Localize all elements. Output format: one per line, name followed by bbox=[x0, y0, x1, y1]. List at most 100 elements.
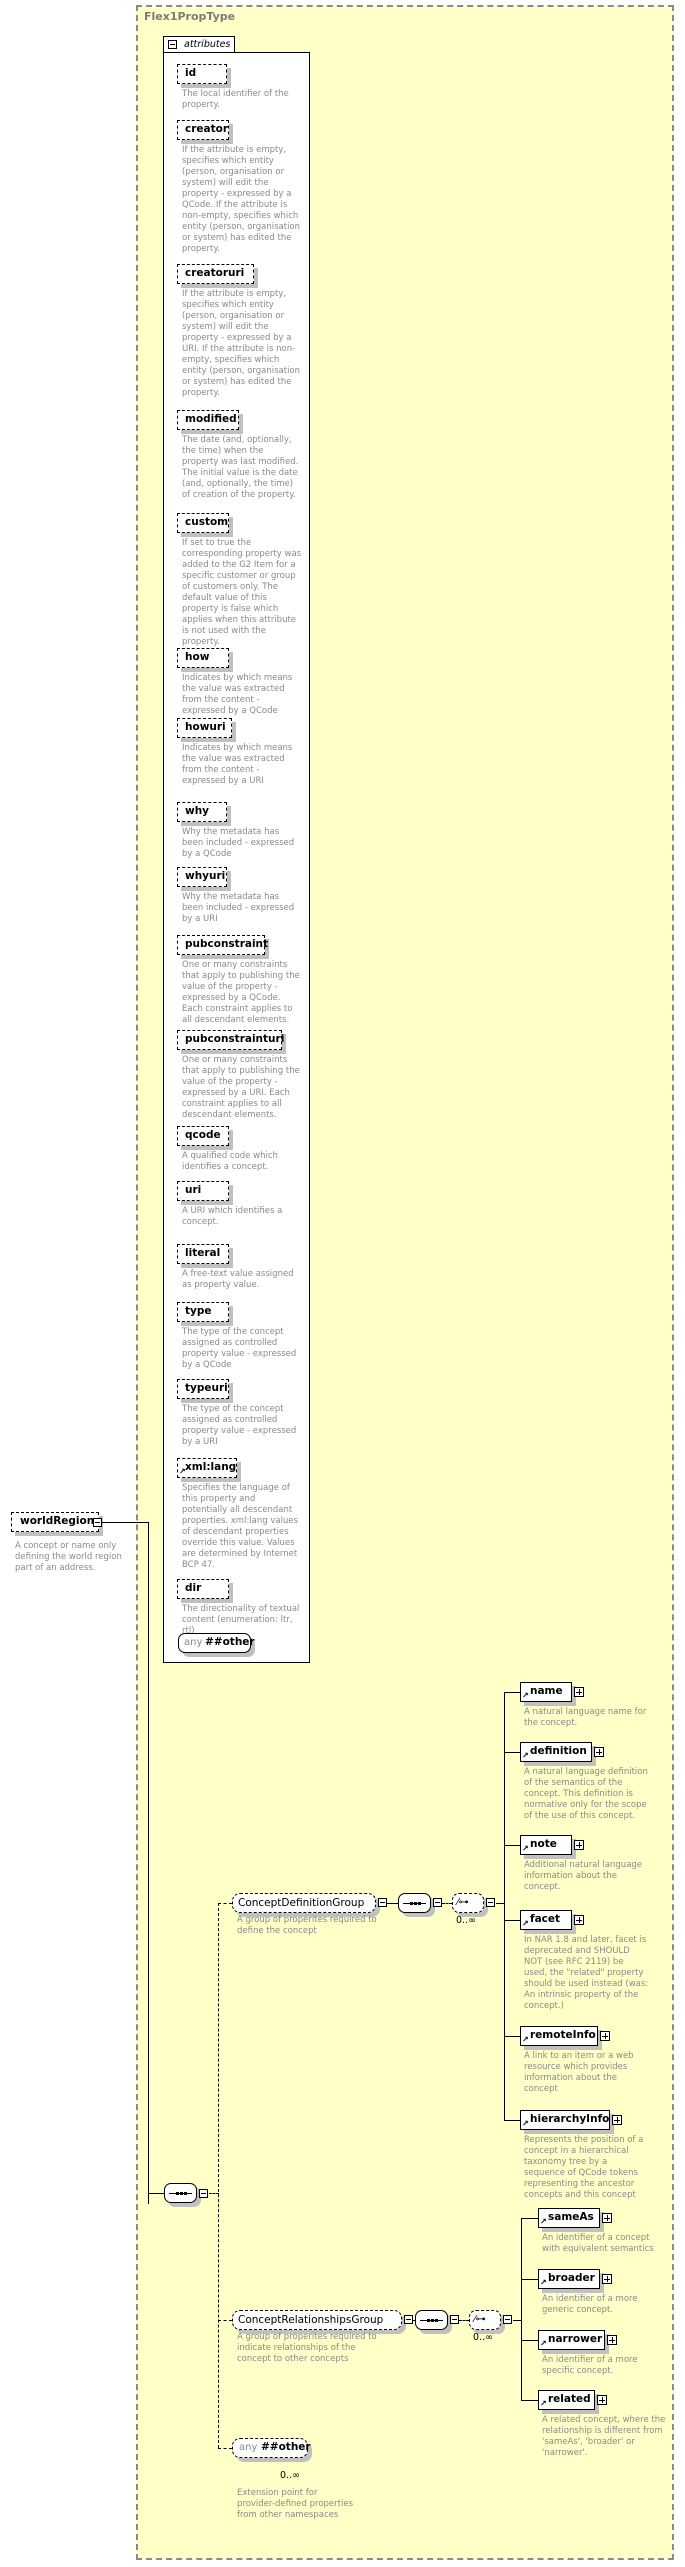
group-name: ConceptRelationshipsGroup bbox=[238, 2314, 384, 2326]
attribute-pubconstrainturi[interactable]: pubconstrainturi bbox=[177, 1030, 284, 1050]
element-facet[interactable]: ↗ facet bbox=[520, 1910, 572, 1930]
attribute-typeuri[interactable]: typeuri bbox=[177, 1379, 229, 1399]
element-definition[interactable]: ↗ definition bbox=[520, 1742, 592, 1762]
sequence-compositor bbox=[415, 2310, 448, 2330]
choice-collapse-icon[interactable] bbox=[503, 2315, 512, 2324]
reference-arrow-icon: ↗ bbox=[522, 1691, 529, 1700]
sequence-collapse-icon[interactable] bbox=[199, 2189, 208, 2198]
attribute-description: If the attribute is empty, specifies whi… bbox=[182, 145, 301, 254]
attribute-name: modified bbox=[185, 413, 237, 425]
element-hierarchyInfo[interactable]: ↗ hierarchyInfo bbox=[520, 2110, 610, 2130]
reference-arrow-icon: ↗ bbox=[522, 1751, 529, 1760]
element-name: broader bbox=[548, 2272, 595, 2284]
element-name: facet bbox=[530, 1913, 561, 1925]
choice-collapse-icon[interactable] bbox=[486, 1898, 495, 1907]
attribute-name: typeuri bbox=[185, 1382, 228, 1394]
attribute-qcode[interactable]: qcode bbox=[177, 1126, 229, 1146]
trunk-line bbox=[148, 1522, 149, 2204]
any-prefix: any bbox=[184, 1637, 203, 1648]
attribute-pubconstraint[interactable]: pubconstraint bbox=[177, 935, 268, 955]
attributes-label: attributes bbox=[184, 39, 231, 50]
collapse-icon[interactable] bbox=[168, 40, 177, 49]
reference-arrow-icon: ↗ bbox=[540, 2217, 547, 2226]
attribute-howuri[interactable]: howuri bbox=[177, 718, 232, 738]
attribute-name: whyuri bbox=[185, 870, 226, 882]
attribute-modified[interactable]: modified bbox=[177, 410, 239, 430]
attribute-whyuri[interactable]: whyuri bbox=[177, 867, 227, 887]
element-description: A link to an item or a web resource whic… bbox=[524, 2051, 634, 2094]
element-name: related bbox=[548, 2393, 591, 2405]
attribute-custom[interactable]: custom bbox=[177, 513, 229, 533]
expand-icon[interactable] bbox=[594, 1747, 604, 1757]
expand-icon[interactable] bbox=[574, 1687, 584, 1697]
attribute-dir[interactable]: dir bbox=[177, 1579, 229, 1599]
group-collapse-icon[interactable] bbox=[404, 2315, 413, 2324]
group-ConceptDefinitionGroup[interactable]: ConceptDefinitionGroup bbox=[232, 1893, 376, 1913]
reference-arrow-icon: ↗ bbox=[522, 2119, 529, 2128]
attribute-description: If set to true the corresponding propert… bbox=[182, 538, 302, 647]
element-rail bbox=[504, 1692, 505, 2120]
root-collapse-icon[interactable] bbox=[93, 1518, 102, 1527]
attribute-description: A URI which identifies a concept. bbox=[182, 1206, 283, 1227]
expand-icon[interactable] bbox=[574, 1915, 584, 1925]
attribute-xml-lang[interactable]: ↗ xml:lang bbox=[177, 1458, 237, 1478]
root-element[interactable]: worldRegion bbox=[11, 1512, 99, 1532]
expand-icon[interactable] bbox=[602, 2213, 612, 2223]
element-note[interactable]: ↗ note bbox=[520, 1835, 572, 1855]
attribute-description: Indicates by which means the value was e… bbox=[182, 673, 293, 716]
expand-icon[interactable] bbox=[600, 2031, 610, 2041]
attribute-literal[interactable]: literal bbox=[177, 1244, 229, 1264]
sequence-collapse-icon[interactable] bbox=[433, 1898, 442, 1907]
attribute-description: The type of the concept assigned as cont… bbox=[182, 1404, 297, 1447]
sequence-collapse-icon[interactable] bbox=[450, 2315, 459, 2324]
expand-icon[interactable] bbox=[612, 2115, 622, 2125]
element-name: remoteInfo bbox=[530, 2029, 596, 2041]
any-other-multiplicity: 0..∞ bbox=[280, 2470, 300, 2481]
choice-to-rail bbox=[513, 2320, 521, 2321]
group-collapse-icon[interactable] bbox=[378, 1898, 387, 1907]
attribute-id[interactable]: id bbox=[177, 64, 227, 84]
expand-icon[interactable] bbox=[597, 2395, 607, 2405]
attribute-name: xml:lang bbox=[185, 1461, 237, 1473]
attribute-name: howuri bbox=[185, 721, 226, 733]
element-name[interactable]: ↗ name bbox=[520, 1682, 572, 1702]
attr-any-other[interactable]: any ##other bbox=[178, 1633, 255, 1653]
choice-multiplicity: 0..∞ bbox=[473, 2332, 493, 2343]
attribute-description: The type of the concept assigned as cont… bbox=[182, 1327, 297, 1370]
attribute-name: how bbox=[185, 651, 210, 663]
element-description: Represents the position of a concept in … bbox=[524, 2135, 644, 2200]
reference-arrow-icon: ↗ bbox=[540, 2278, 547, 2287]
attribute-name: creator bbox=[185, 123, 229, 135]
element-connector bbox=[521, 2340, 538, 2341]
attribute-uri[interactable]: uri bbox=[177, 1181, 229, 1201]
group-ConceptRelationshipsGroup[interactable]: ConceptRelationshipsGroup bbox=[232, 2310, 402, 2330]
sequence-to-choice bbox=[442, 1903, 452, 1904]
reference-arrow-icon: ↗ bbox=[540, 2399, 547, 2408]
element-description: An identifier of a more generic concept. bbox=[542, 2294, 638, 2315]
any-other-element[interactable]: any ##other bbox=[232, 2438, 311, 2458]
root-element-name: worldRegion bbox=[20, 1515, 95, 1527]
element-remoteInfo[interactable]: ↗ remoteInfo bbox=[520, 2026, 598, 2046]
attribute-creator[interactable]: creator bbox=[177, 120, 229, 140]
attribute-type[interactable]: type bbox=[177, 1302, 229, 1322]
expand-icon[interactable] bbox=[607, 2335, 617, 2345]
any-other-description: Extension point for provider-defined pro… bbox=[237, 2488, 354, 2520]
sequence-compositor bbox=[398, 1893, 431, 1913]
root-description: A concept or name only defining the worl… bbox=[15, 1541, 122, 1573]
expand-icon[interactable] bbox=[574, 1840, 584, 1850]
element-narrower[interactable]: ↗ narrower bbox=[538, 2330, 605, 2350]
attribute-description: One or many constraints that apply to pu… bbox=[182, 960, 300, 1025]
attribute-how[interactable]: how bbox=[177, 648, 229, 668]
element-name: sameAs bbox=[548, 2211, 594, 2223]
group-to-sequence bbox=[387, 1903, 398, 1904]
expand-icon[interactable] bbox=[602, 2274, 612, 2284]
attribute-why[interactable]: why bbox=[177, 802, 227, 822]
element-related[interactable]: ↗ related bbox=[538, 2390, 595, 2410]
element-connector bbox=[504, 1845, 520, 1846]
element-connector bbox=[521, 2218, 538, 2219]
element-sameAs[interactable]: ↗ sameAs bbox=[538, 2208, 600, 2228]
element-broader[interactable]: ↗ broader bbox=[538, 2269, 600, 2289]
element-description: A natural language name for the concept. bbox=[524, 1707, 647, 1728]
attribute-creatoruri[interactable]: creatoruri bbox=[177, 264, 254, 284]
element-description: A related concept, where the relationshi… bbox=[542, 2415, 666, 2458]
